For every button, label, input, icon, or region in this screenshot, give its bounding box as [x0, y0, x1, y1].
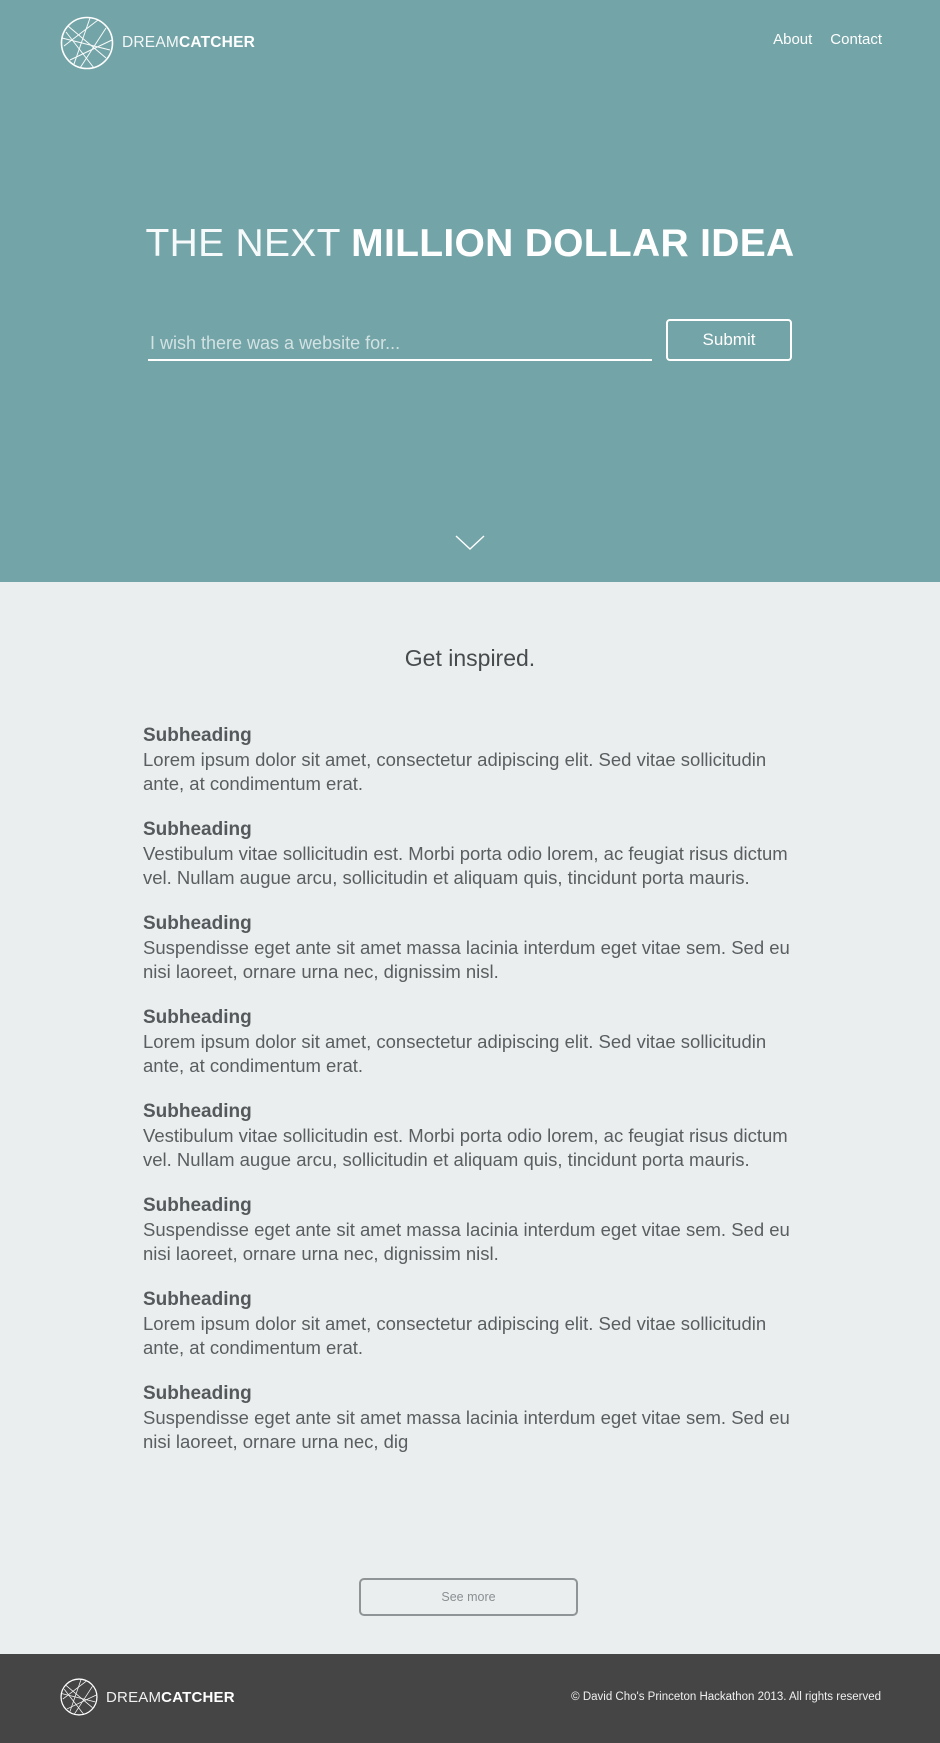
- list-item: Subheading Suspendisse eget ante sit ame…: [143, 1194, 797, 1266]
- article-list: Subheading Lorem ipsum dolor sit amet, c…: [143, 724, 797, 1476]
- dreamcatcher-logo-icon: [60, 16, 114, 70]
- article-heading: Subheading: [143, 913, 252, 934]
- article-body: Lorem ipsum dolor sit amet, consectetur …: [143, 749, 767, 794]
- headline-bold: MILLION DOLLAR IDEA: [351, 222, 795, 265]
- list-item: Subheading Lorem ipsum dolor sit amet, c…: [143, 1006, 797, 1078]
- content-section: Get inspired. Subheading Lorem ipsum dol…: [0, 582, 940, 1654]
- list-item: Subheading Suspendisse eget ante sit ame…: [143, 1382, 797, 1454]
- section-title: Get inspired.: [404, 645, 536, 671]
- chevron-down-icon[interactable]: [454, 533, 486, 553]
- footer: DREAMCATCHER © David Cho's Princeton Hac…: [0, 1654, 940, 1743]
- article-body: Vestibulum vitae sollicitudin est. Morbi…: [143, 843, 788, 888]
- footer-brand-logo-link[interactable]: DREAMCATCHER: [60, 1678, 235, 1716]
- article-body: Suspendisse eget ante sit amet massa lac…: [143, 1219, 790, 1264]
- article-body: Suspendisse eget ante sit amet massa lac…: [143, 1407, 790, 1452]
- list-item: Subheading Vestibulum vitae sollicitudin…: [143, 818, 797, 890]
- list-item: Subheading Lorem ipsum dolor sit amet, c…: [143, 1288, 797, 1360]
- footer-brand-name-light: DREAM: [106, 1688, 162, 1706]
- article-heading: Subheading: [143, 819, 252, 840]
- hero-headline: THE NEXT MILLION DOLLAR IDEA: [0, 222, 940, 266]
- article-heading: Subheading: [143, 1007, 252, 1028]
- article-body: Suspendisse eget ante sit amet massa lac…: [143, 937, 790, 982]
- submit-button[interactable]: Submit: [666, 319, 792, 361]
- list-item: Subheading Lorem ipsum dolor sit amet, c…: [143, 724, 797, 796]
- footer-brand-name-bold: CATCHER: [161, 1688, 235, 1706]
- article-body: Lorem ipsum dolor sit amet, consectetur …: [143, 1031, 767, 1076]
- brand-logo-link[interactable]: DREAMCATCHER: [60, 16, 255, 70]
- copyright-text: © David Cho's Princeton Hackathon 2013. …: [571, 1691, 881, 1703]
- footer-brand-name: DREAMCATCHER: [106, 1689, 235, 1706]
- list-item: Subheading Vestibulum vitae sollicitudin…: [143, 1100, 797, 1172]
- article-body: Lorem ipsum dolor sit amet, consectetur …: [143, 1313, 767, 1358]
- dreamcatcher-logo-icon: [60, 1678, 98, 1716]
- nav-link-about[interactable]: About: [773, 31, 812, 48]
- top-nav: About Contact: [773, 31, 882, 48]
- list-item: Subheading Suspendisse eget ante sit ame…: [143, 912, 797, 984]
- idea-input[interactable]: [148, 327, 652, 361]
- hero-section: DREAMCATCHER About Contact THE NEXT MILL…: [0, 0, 940, 582]
- article-heading: Subheading: [143, 1289, 252, 1310]
- brand-name-bold: CATCHER: [178, 34, 256, 51]
- article-body: Vestibulum vitae sollicitudin est. Morbi…: [143, 1125, 788, 1170]
- article-heading: Subheading: [143, 1195, 252, 1216]
- brand-name: DREAMCATCHER: [122, 34, 255, 52]
- article-heading: Subheading: [143, 725, 252, 746]
- article-heading: Subheading: [143, 1383, 252, 1404]
- brand-name-light: DREAM: [122, 34, 179, 51]
- nav-link-contact[interactable]: Contact: [830, 31, 882, 48]
- article-heading: Subheading: [143, 1101, 252, 1122]
- see-more-button[interactable]: See more: [359, 1578, 578, 1616]
- headline-light: THE NEXT: [145, 222, 352, 265]
